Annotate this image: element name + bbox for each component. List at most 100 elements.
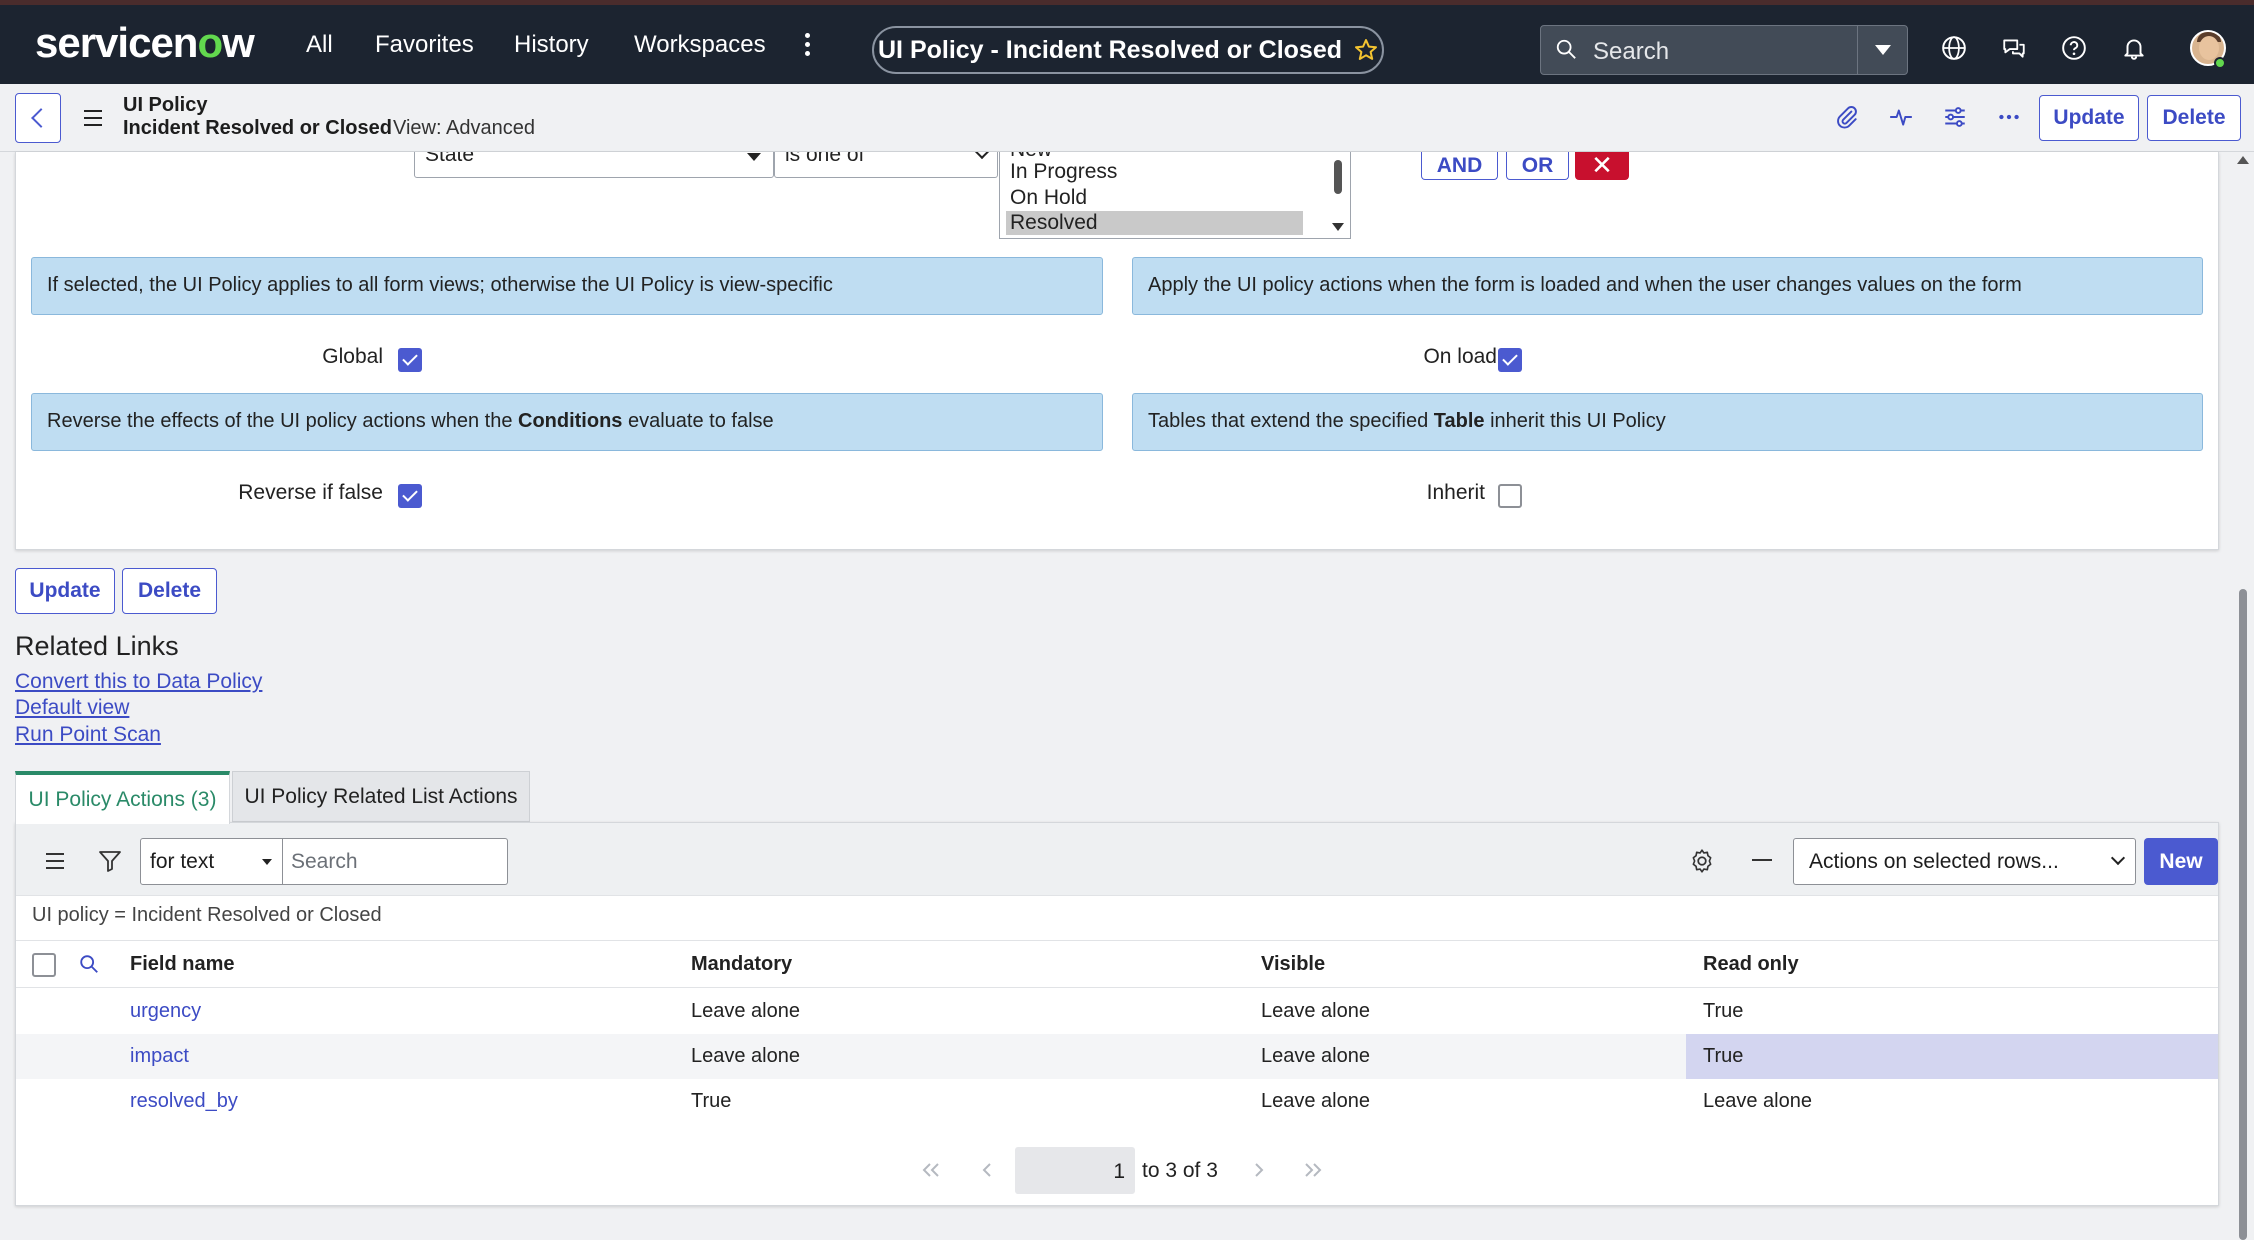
list-search-input[interactable]: Search bbox=[283, 838, 508, 885]
footer-update-button[interactable]: Update bbox=[15, 568, 115, 614]
back-button[interactable] bbox=[15, 93, 61, 143]
search-scope-dropdown[interactable] bbox=[1857, 26, 1907, 74]
reverse-if-false-checkbox[interactable] bbox=[398, 484, 422, 508]
activity-icon[interactable] bbox=[1888, 104, 1914, 130]
page-scrollbar[interactable] bbox=[2236, 152, 2250, 1240]
list-context-menu-icon[interactable] bbox=[46, 853, 64, 874]
collapse-icon[interactable] bbox=[1752, 859, 1772, 861]
link-convert-to-data-policy[interactable]: Convert this to Data Policy bbox=[15, 670, 262, 694]
chat-icon[interactable] bbox=[2001, 35, 2027, 61]
scrollbar-thumb[interactable] bbox=[2239, 589, 2247, 1240]
select-all-checkbox[interactable] bbox=[32, 953, 56, 977]
nav-all[interactable]: All bbox=[306, 31, 333, 59]
column-header-field-name[interactable]: Field name bbox=[130, 953, 234, 976]
cell-read-only[interactable]: True bbox=[1703, 1045, 1743, 1068]
form-view-label: View: Advanced bbox=[393, 117, 535, 139]
condition-operator-select[interactable]: is one of bbox=[774, 152, 998, 178]
last-page-icon[interactable] bbox=[1303, 1162, 1323, 1178]
help-icon[interactable] bbox=[2061, 35, 2087, 61]
record-title-pill[interactable]: UI Policy - Incident Resolved or Closed bbox=[872, 26, 1384, 74]
reverse-if-false-label: Reverse if false bbox=[238, 481, 383, 504]
condition-field-value: State bbox=[425, 152, 475, 166]
footer-delete-button[interactable]: Delete bbox=[122, 568, 217, 614]
ui-policy-actions-list: for text Search Actions on selected rows… bbox=[15, 822, 2219, 1206]
table-row[interactable]: urgency Leave alone Leave alone True bbox=[16, 989, 2218, 1034]
tab-ui-policy-related-list-actions[interactable]: UI Policy Related List Actions bbox=[232, 771, 530, 822]
cell-read-only[interactable]: Leave alone bbox=[1703, 1090, 1812, 1113]
previous-page-icon[interactable] bbox=[978, 1162, 998, 1178]
settings-sliders-icon[interactable] bbox=[1942, 104, 1968, 130]
condition-values-listbox[interactable]: New In Progress On Hold Resolved bbox=[999, 152, 1351, 239]
listbox-scrollbar[interactable] bbox=[1334, 160, 1342, 194]
nav-more-icon[interactable] bbox=[805, 33, 811, 57]
form-record-name: Incident Resolved or Closed bbox=[123, 117, 392, 139]
filter-icon[interactable] bbox=[98, 850, 122, 872]
cell-visible[interactable]: Leave alone bbox=[1261, 1090, 1370, 1113]
listbox-option-selected[interactable]: Resolved bbox=[1006, 211, 1303, 235]
star-icon[interactable] bbox=[1354, 38, 1378, 62]
nav-favorites[interactable]: Favorites bbox=[375, 31, 474, 59]
more-icon[interactable] bbox=[1996, 104, 2022, 130]
cell-field-name[interactable]: urgency bbox=[130, 1000, 201, 1023]
record-title: UI Policy - Incident Resolved or Closed bbox=[878, 35, 1342, 64]
first-page-icon[interactable] bbox=[921, 1162, 941, 1178]
column-header-visible[interactable]: Visible bbox=[1261, 953, 1325, 976]
onload-checkbox[interactable] bbox=[1498, 348, 1522, 372]
list-breadcrumb[interactable]: UI policy = Incident Resolved or Closed bbox=[32, 904, 382, 927]
global-search[interactable]: Search bbox=[1540, 25, 1908, 75]
onload-label: On load bbox=[1423, 345, 1497, 368]
top-nav: servicenow All Favorites History Workspa… bbox=[0, 0, 2254, 84]
list-pager: 1 to 3 of 3 bbox=[16, 1145, 2218, 1195]
paperclip-icon[interactable] bbox=[1834, 104, 1860, 130]
nav-workspaces[interactable]: Workspaces bbox=[634, 31, 766, 59]
inherit-checkbox[interactable] bbox=[1498, 484, 1522, 508]
scroll-up-arrow-icon[interactable] bbox=[2237, 156, 2249, 164]
listbox-option[interactable]: On Hold bbox=[1010, 186, 1087, 210]
cell-field-name[interactable]: impact bbox=[130, 1045, 189, 1068]
globe-icon[interactable] bbox=[1941, 35, 1967, 61]
form-card: State is one of New In Progress On Hold … bbox=[15, 152, 2219, 550]
table-row[interactable]: impact Leave alone Leave alone True bbox=[16, 1034, 2218, 1079]
table-row[interactable]: resolved_by True Leave alone Leave alone bbox=[16, 1079, 2218, 1124]
cell-mandatory[interactable]: Leave alone bbox=[691, 1045, 800, 1068]
search-field-select[interactable]: for text bbox=[140, 838, 283, 885]
listbox-option[interactable]: In Progress bbox=[1010, 160, 1117, 184]
condition-remove-button[interactable]: ✕ bbox=[1575, 152, 1629, 180]
page-number-input[interactable]: 1 bbox=[1015, 1147, 1135, 1194]
search-icon[interactable] bbox=[78, 953, 100, 975]
cell-mandatory[interactable]: Leave alone bbox=[691, 1000, 800, 1023]
cell-field-name[interactable]: resolved_by bbox=[130, 1090, 238, 1113]
condition-or-button[interactable]: OR bbox=[1506, 152, 1569, 180]
chevron-down-icon bbox=[2110, 850, 2126, 866]
column-header-read-only[interactable]: Read only bbox=[1703, 953, 1799, 976]
presence-indicator bbox=[2214, 57, 2226, 69]
nav-history[interactable]: History bbox=[514, 31, 589, 59]
cell-read-only[interactable]: True bbox=[1703, 1000, 1743, 1023]
condition-field-select[interactable]: State bbox=[414, 152, 774, 178]
form-context-menu-icon[interactable] bbox=[84, 110, 102, 131]
header-delete-button[interactable]: Delete bbox=[2147, 95, 2241, 141]
chevron-left-icon bbox=[31, 108, 51, 128]
servicenow-logo[interactable]: servicenow bbox=[35, 19, 255, 67]
link-default-view[interactable]: Default view bbox=[15, 696, 129, 720]
scroll-down-arrow-icon[interactable] bbox=[1332, 223, 1344, 231]
global-checkbox[interactable] bbox=[398, 348, 422, 372]
cell-visible[interactable]: Leave alone bbox=[1261, 1000, 1370, 1023]
bell-icon[interactable] bbox=[2121, 35, 2147, 61]
new-button[interactable]: New bbox=[2144, 838, 2218, 885]
onload-help-text: Apply the UI policy actions when the for… bbox=[1132, 257, 2203, 315]
global-label: Global bbox=[322, 345, 383, 368]
tab-ui-policy-actions[interactable]: UI Policy Actions (3) bbox=[15, 771, 230, 824]
next-page-icon[interactable] bbox=[1248, 1162, 1268, 1178]
reverse-help-text: Reverse the effects of the UI policy act… bbox=[31, 393, 1103, 451]
form-header: UI Policy Incident Resolved or Closed Vi… bbox=[0, 84, 2254, 152]
cell-visible[interactable]: Leave alone bbox=[1261, 1045, 1370, 1068]
gear-icon[interactable] bbox=[1689, 848, 1715, 874]
link-run-point-scan[interactable]: Run Point Scan bbox=[15, 723, 161, 747]
column-header-mandatory[interactable]: Mandatory bbox=[691, 953, 792, 976]
condition-and-button[interactable]: AND bbox=[1421, 152, 1498, 180]
pager-range-text: to 3 of 3 bbox=[1142, 1159, 1218, 1182]
header-update-button[interactable]: Update bbox=[2039, 95, 2139, 141]
actions-on-selected-rows-select[interactable]: Actions on selected rows... bbox=[1793, 838, 2136, 885]
cell-mandatory[interactable]: True bbox=[691, 1090, 731, 1113]
